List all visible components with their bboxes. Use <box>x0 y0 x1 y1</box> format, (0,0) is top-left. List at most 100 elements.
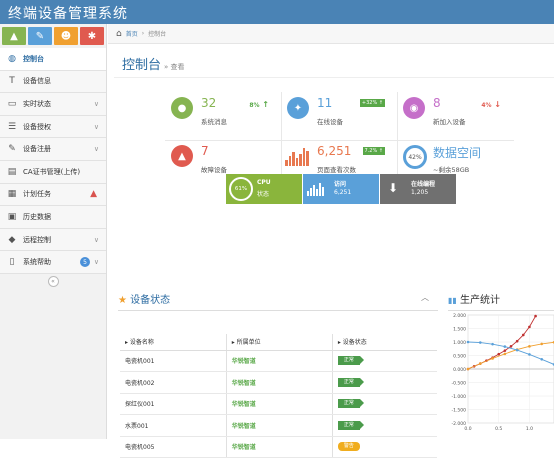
device-unit[interactable]: 华锐智道 <box>225 371 333 394</box>
sidebar-item[interactable]: ▭ 实时状态 ∨ <box>0 93 106 116</box>
shortcut-button[interactable]: ✱ <box>80 27 104 45</box>
summary-tile[interactable]: ⬇ 在线编程 1,205 <box>380 174 456 204</box>
chevron-down-icon: ∨ <box>93 145 99 154</box>
sidebar-collapse[interactable]: « <box>0 274 106 290</box>
y-tick-label: -2.000 <box>451 421 466 427</box>
data-point <box>478 341 482 344</box>
shortcut-button[interactable]: ☻ <box>54 27 78 45</box>
arrow-up-icon: ↑ <box>377 100 383 106</box>
twitter-icon: ✦ <box>287 97 309 119</box>
bar-chart-icon: ▮▮ <box>448 296 457 305</box>
sidebar-item[interactable]: ✎ 设备注册 ∨ <box>0 138 106 161</box>
cpu-ring: 61% <box>229 177 253 201</box>
top-bar: 终端设备管理系统 <box>0 0 554 24</box>
calendar-icon: ▦ <box>7 189 17 200</box>
signal-icon: ▲ <box>10 30 18 42</box>
bar <box>288 156 291 166</box>
stat-label: 在线设备 <box>317 118 343 126</box>
list-icon: ☰ <box>7 121 17 132</box>
sidebar-item[interactable]: ▦ 计划任务 ▲ <box>0 183 106 207</box>
status-badge: 正常 <box>337 377 364 387</box>
summary-tile[interactable]: 61% CPU 状态 <box>226 174 302 204</box>
stat-change: 4% ↓ <box>481 100 501 109</box>
data-point <box>466 367 470 371</box>
shortcut-bar: ▲ ✎ ☻ ✱ <box>0 24 106 48</box>
stat-label: 故障设备 <box>201 166 227 174</box>
shortcut-button[interactable]: ✎ <box>28 27 52 45</box>
certificate-icon: ▤ <box>7 166 17 177</box>
sidebar-item[interactable]: ☰ 设备授权 ∨ <box>0 115 106 139</box>
sidebar: ▲ ✎ ☻ ✱ ◍ 控制台 T 设备信息 ▭ 实时状态 ∨ ☰ 设备授权 ∨ ✎ 设备注册 ∨ ▤ CA证书管理(… <box>0 24 107 439</box>
tile-sub: 6,251 <box>334 189 352 196</box>
stat-value: 11 <box>317 96 333 110</box>
device-status-cell: 正常 <box>331 350 437 372</box>
stat-value: 8 <box>433 96 441 110</box>
sidebar-item[interactable]: ▤ CA证书管理(上传) <box>0 160 106 184</box>
tile-title: 在线编程 <box>411 181 436 188</box>
summary-tile[interactable]: 访问 6,251 <box>303 174 379 204</box>
sidebar-item[interactable]: ◍ 控制台 <box>0 48 106 71</box>
double-chevron-left-icon[interactable]: « <box>47 276 59 288</box>
home-icon[interactable]: ⌂ <box>116 29 122 39</box>
pencil-icon: ✎ <box>35 30 45 42</box>
breadcrumb-current: 控制台 <box>148 31 167 38</box>
stat-label: ~剩余58GB <box>433 166 470 174</box>
data-point <box>515 348 519 352</box>
breadcrumb-separator: › <box>141 30 145 37</box>
sidebar-item[interactable]: ◆ 远程控制 ∨ <box>0 228 106 252</box>
data-point <box>528 353 531 356</box>
device-status-table: ▸ 设备名称 ▸ 所属单位 ▸ 设备状态 电瓷机001 华锐智道 正常 电瓷机002 华… <box>120 334 437 458</box>
production-title: 生产统计 <box>460 295 500 306</box>
shortcut-button[interactable]: ▲ <box>2 27 26 45</box>
flask-icon: ▲ <box>171 145 193 167</box>
device-unit[interactable]: 华锐智道 <box>225 436 333 458</box>
status-badge: 正常 <box>337 420 364 430</box>
collapse-chevron-icon[interactable]: ︿ <box>421 292 429 303</box>
breadcrumb: ⌂ 首页 › 控制台 <box>108 24 554 44</box>
tile-sub: 状态 <box>257 191 270 198</box>
stat-change: +32% ↑ <box>359 99 385 107</box>
sidebar-item[interactable]: ▣ 历史数据 <box>0 206 106 229</box>
sidebar-item-label: 历史数据 <box>23 212 51 221</box>
data-point <box>503 349 507 352</box>
bars-icon <box>285 148 311 166</box>
y-tick-label: 1.500 <box>453 326 466 332</box>
x-tick-label: 0.5 <box>495 426 502 432</box>
y-tick-label: 2.000 <box>453 313 466 319</box>
data-point <box>478 362 482 365</box>
y-tick-label: -0.500 <box>451 380 466 386</box>
device-status-heading: ★ 设备状态 <box>118 291 170 309</box>
device-unit[interactable]: 华锐智道 <box>225 393 333 415</box>
device-name: 水票001 <box>120 414 227 437</box>
stat-change: 7.2% ↑ <box>362 147 385 155</box>
table-row[interactable]: 水票001 华锐智道 正常 <box>120 414 437 437</box>
star-icon: ★ <box>118 295 127 306</box>
chevron-down-icon: ∨ <box>93 99 99 108</box>
stat-change: 8% ↑ <box>249 100 269 109</box>
y-tick-label: -1.000 <box>451 394 466 400</box>
column-header: ▸ 设备状态 <box>331 334 437 351</box>
sidebar-item-label: 计划任务 <box>23 190 51 199</box>
breadcrumb-home[interactable]: 首页 <box>126 29 138 38</box>
table-row[interactable]: 电瓷机001 华锐智道 正常 <box>120 350 437 372</box>
sidebar-nav: ◍ 控制台 T 设备信息 ▭ 实时状态 ∨ ☰ 设备授权 ∨ ✎ 设备注册 ∨ ▤ CA证书管理(上传) ▦ 计… <box>0 48 106 274</box>
sidebar-item[interactable]: ▯ 系统帮助 5 ∨ <box>0 251 106 274</box>
sidebar-item[interactable]: T 设备信息 <box>0 70 106 94</box>
header-divider <box>114 77 554 78</box>
y-tick-label: 0.500 <box>453 353 466 359</box>
device-unit[interactable]: 华锐智道 <box>225 414 333 437</box>
data-point <box>540 342 544 346</box>
stat-ring-value: 42% <box>408 153 422 161</box>
device-status-divider <box>118 310 438 311</box>
sidebar-item-label: 实时状态 <box>23 99 51 108</box>
device-unit[interactable]: 华锐智道 <box>225 350 333 372</box>
bar <box>299 154 302 166</box>
sidebar-item-label: CA证书管理(上传) <box>23 167 81 176</box>
table-row[interactable]: 探红仪001 华锐智道 正常 <box>120 393 437 415</box>
device-status-cell: 警告 <box>331 436 437 458</box>
table-row[interactable]: 电瓷机005 华锐智道 警告 <box>120 436 437 458</box>
file-icon: ▯ <box>9 257 15 268</box>
bar <box>285 160 288 166</box>
data-point <box>515 339 519 343</box>
table-row[interactable]: 电瓷机002 华锐智道 正常 <box>120 371 437 394</box>
